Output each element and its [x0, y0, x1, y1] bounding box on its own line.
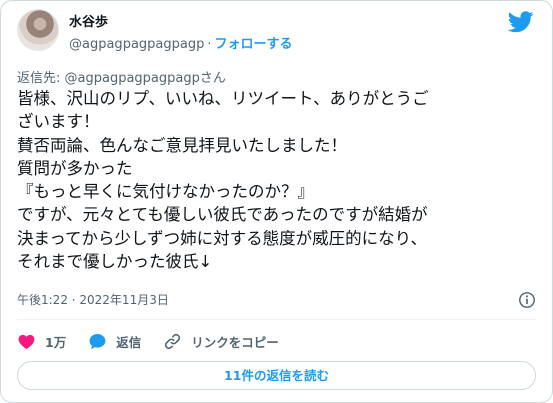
like-button[interactable]: 1万	[17, 332, 66, 351]
meta-row: 午後1:22 · 2022年11月3日	[17, 291, 536, 311]
user-handle[interactable]: @agpagpagpagpagp	[69, 37, 204, 52]
read-replies-button[interactable]: 11件の返信を読む	[17, 361, 536, 390]
copy-link-button[interactable]: リンクをコピー	[163, 332, 279, 351]
separator: ·	[207, 37, 212, 52]
link-icon	[165, 333, 181, 349]
avatar[interactable]	[17, 9, 59, 51]
heart-icon	[18, 334, 35, 349]
reply-label: 返信	[116, 334, 142, 350]
action-bar: 1万 返信 リンクをコピー	[17, 331, 301, 351]
divider	[17, 319, 536, 320]
follow-button[interactable]: フォローする	[215, 37, 293, 52]
handle-row: @agpagpagpagpagp · フォローする	[69, 33, 293, 52]
reply-bubble-icon	[89, 333, 106, 349]
display-name[interactable]: 水谷歩	[69, 11, 108, 30]
twitter-bird-icon[interactable]	[508, 11, 534, 33]
reply-to-label: 返信先: @agpagpagpagpagpさん	[17, 71, 226, 86]
tweet-header: 水谷歩 @agpagpagpagpagp · フォローする	[17, 9, 536, 57]
tweet-text: 皆様、沢山のリプ、いいね、リツイート、ありがとうご ざいます！ 賛否両論、色んな…	[17, 89, 429, 272]
copy-link-label: リンクをコピー	[191, 334, 279, 350]
info-icon[interactable]	[518, 291, 536, 309]
tweet-embed-card: 水谷歩 @agpagpagpagpagp · フォローする 返信先: @agpagp…	[0, 0, 553, 403]
tweet-timestamp[interactable]: 午後1:22 · 2022年11月3日	[17, 291, 169, 308]
reply-button[interactable]: 返信	[88, 332, 141, 351]
like-count: 1万	[45, 334, 67, 350]
